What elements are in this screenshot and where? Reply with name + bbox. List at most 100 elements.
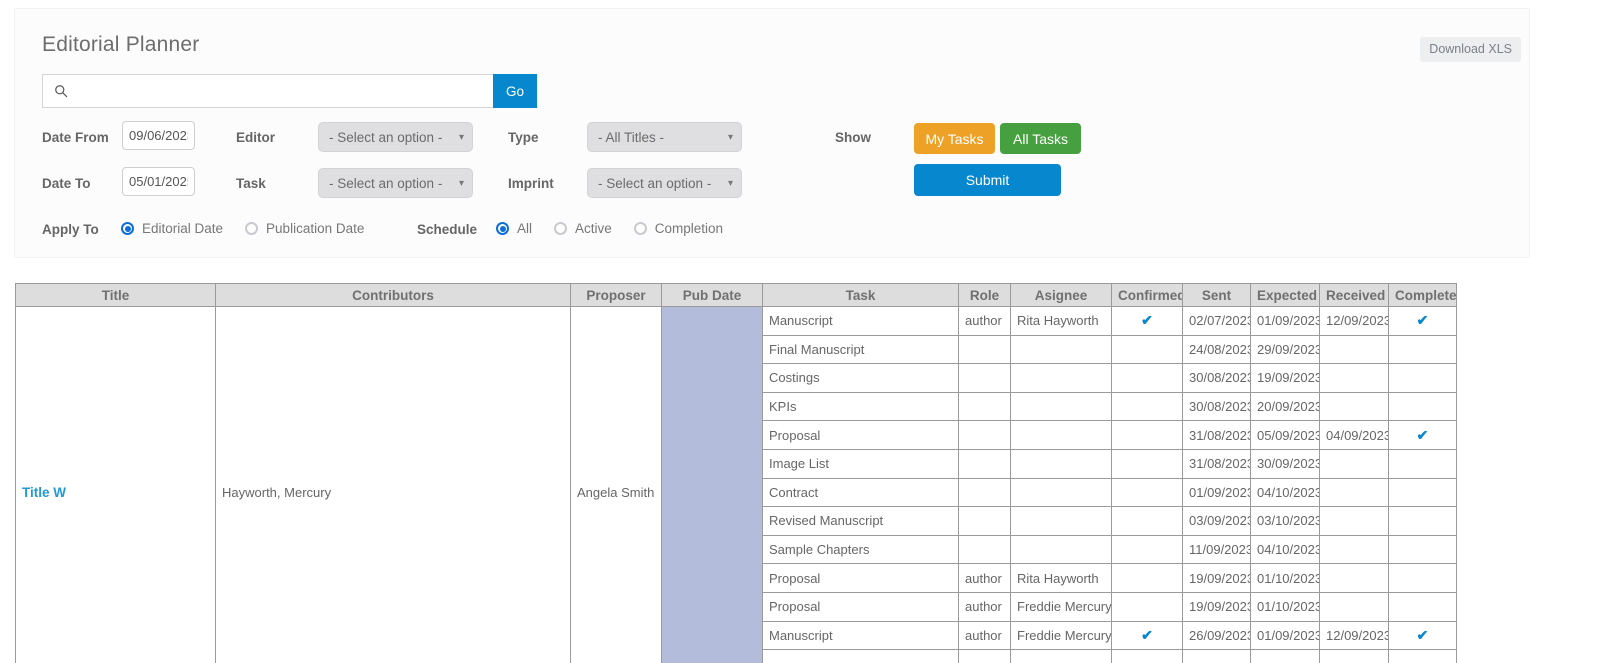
cell-complete — [1388, 649, 1457, 663]
cell-role: author — [958, 306, 1011, 336]
col-received[interactable]: Received — [1319, 283, 1389, 307]
cell-received — [1319, 334, 1389, 365]
col-contributors[interactable]: Contributors — [215, 283, 571, 307]
radio-schedule-completion[interactable]: Completion — [633, 221, 723, 236]
cell-assignee — [1010, 334, 1112, 365]
cell-confirmed — [1111, 391, 1183, 422]
cell-confirmed — [1111, 420, 1183, 450]
cell-sent: 02/07/2023 — [1182, 306, 1251, 336]
cell-expected: 29/09/2023 — [1250, 334, 1320, 365]
submit-button[interactable]: Submit — [914, 164, 1061, 196]
cell-received — [1319, 477, 1389, 508]
radio-schedule-active-label: Active — [575, 221, 612, 236]
radio-schedule-active[interactable]: Active — [554, 221, 612, 236]
cell-task: Image List — [762, 448, 959, 479]
table-row[interactable]: Title W Hayworth, Mercury Angela Smith Man… — [15, 306, 1457, 663]
radio-dot-icon — [496, 222, 509, 235]
cell-role: author — [958, 620, 1011, 651]
cell-role — [958, 448, 1011, 479]
radio-dot-icon — [121, 222, 134, 235]
col-complete[interactable]: Complete — [1388, 283, 1457, 307]
cell-task: Revised Manuscript — [762, 506, 959, 536]
results-table: Title Contributors Proposer Pub Date Tas… — [15, 283, 1457, 663]
table-header-row: Title Contributors Proposer Pub Date Tas… — [15, 283, 1457, 307]
my-tasks-button[interactable]: My Tasks — [914, 123, 995, 154]
radio-dot-icon — [245, 222, 259, 235]
col-title[interactable]: Title — [15, 283, 216, 307]
col-confirmed[interactable]: Confirmed — [1111, 283, 1183, 307]
cell-expected — [1250, 649, 1320, 663]
cell-expected: 19/09/2023 — [1250, 363, 1320, 393]
title-link[interactable]: Title W — [22, 485, 66, 500]
cell-confirmed — [1111, 591, 1183, 622]
imprint-select-value: - Select an option - — [598, 175, 712, 191]
cell-sent: 11/09/2023 — [1182, 534, 1251, 565]
cell-sent: 30/08/2023 — [1182, 391, 1251, 422]
cell-sent: 31/08/2023 — [1182, 420, 1251, 450]
filter-panel: Editorial Planner Download XLS Go Date F… — [14, 8, 1530, 258]
cell-sent: 31/08/2023 — [1182, 448, 1251, 479]
col-pub-date[interactable]: Pub Date — [661, 283, 763, 307]
cell-complete: ✔ — [1388, 420, 1457, 450]
imprint-label: Imprint — [508, 176, 554, 191]
cell-assignee: Freddie Mercury — [1010, 620, 1112, 651]
editor-select[interactable]: - Select an option - ▾ — [318, 122, 473, 152]
cell-role — [958, 363, 1011, 393]
cell-task: Contract — [762, 477, 959, 508]
cell-complete — [1388, 534, 1457, 565]
imprint-select[interactable]: - Select an option - ▾ — [587, 168, 742, 198]
show-label: Show — [835, 130, 871, 145]
radio-editorial-date-label: Editorial Date — [142, 221, 224, 236]
cell-role — [958, 477, 1011, 508]
cell-received — [1319, 506, 1389, 536]
cell-expected: 05/09/2023 — [1250, 420, 1320, 450]
cell-expected: 03/10/2023 — [1250, 506, 1320, 536]
type-label: Type — [508, 130, 539, 145]
task-select-value: - Select an option - — [329, 175, 443, 191]
cell-expected: 01/10/2023 — [1250, 591, 1320, 622]
cell-confirmed: ✔ — [1111, 620, 1183, 651]
cell-role — [958, 420, 1011, 450]
radio-editorial-date[interactable]: Editorial Date — [121, 221, 223, 236]
date-from-label: Date From — [42, 130, 109, 145]
radio-schedule-all[interactable]: All — [496, 221, 532, 236]
cell-assignee — [1010, 649, 1112, 663]
cell-assignee — [1010, 363, 1112, 393]
cell-confirmed — [1111, 477, 1183, 508]
cell-task: Costings — [762, 363, 959, 393]
cell-confirmed — [1111, 363, 1183, 393]
col-proposer[interactable]: Proposer — [570, 283, 662, 307]
date-from-input[interactable] — [122, 121, 195, 150]
col-role[interactable]: Role — [958, 283, 1011, 307]
task-label: Task — [236, 176, 266, 191]
table-body: Title W Hayworth, Mercury Angela Smith Man… — [15, 306, 1457, 663]
cell-sent: 19/09/2023 — [1182, 591, 1251, 622]
col-task[interactable]: Task — [762, 283, 959, 307]
chevron-down-icon: ▾ — [727, 131, 733, 143]
all-tasks-button[interactable]: All Tasks — [1000, 123, 1081, 154]
cell-role — [958, 649, 1011, 663]
check-icon: ✔ — [1416, 426, 1429, 443]
cell-expected: 01/10/2023 — [1250, 563, 1320, 593]
task-select[interactable]: - Select an option - ▾ — [318, 168, 473, 198]
type-select[interactable]: - All Titles - ▾ — [587, 122, 742, 152]
cell-assignee — [1010, 448, 1112, 479]
cell-contributors: Hayworth, Mercury — [215, 306, 571, 663]
cell-expected: 01/09/2023 — [1250, 620, 1320, 651]
cell-assignee: Rita Hayworth — [1010, 563, 1112, 593]
col-expected[interactable]: Expected — [1250, 283, 1320, 307]
date-to-label: Date To — [42, 176, 91, 191]
radio-publication-date[interactable]: Publication Date — [245, 221, 364, 236]
date-to-input[interactable] — [122, 167, 195, 196]
cell-expected: 30/09/2023 — [1250, 448, 1320, 479]
check-icon: ✔ — [1141, 626, 1153, 643]
results-table-wrapper: Title Contributors Proposer Pub Date Tas… — [15, 283, 1457, 663]
col-asignee[interactable]: Asignee — [1010, 283, 1112, 307]
col-sent[interactable]: Sent — [1182, 283, 1251, 307]
cell-assignee — [1010, 477, 1112, 508]
cell-received: 12/09/2023 — [1319, 620, 1389, 651]
cell-role — [958, 391, 1011, 422]
cell-task — [762, 649, 959, 663]
cell-confirmed: ✔ — [1111, 306, 1183, 336]
cell-task: Manuscript — [762, 620, 959, 651]
